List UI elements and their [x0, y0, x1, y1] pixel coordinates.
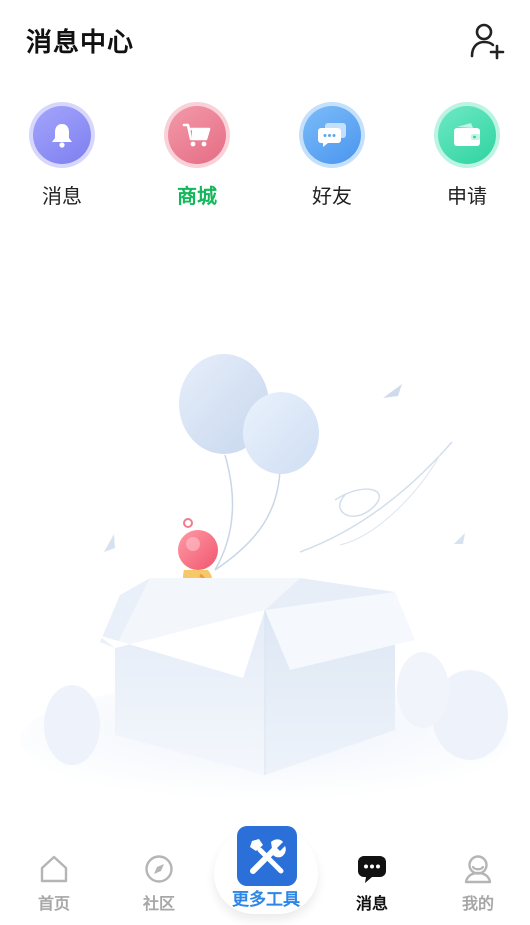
home-icon — [40, 855, 68, 883]
header: 消息中心 — [0, 0, 530, 84]
nav-messages[interactable]: 消息 — [332, 854, 412, 914]
quick-action-messages[interactable]: 消息 — [2, 100, 122, 210]
quick-action-requests[interactable]: 申请 — [407, 100, 527, 210]
more-tools-button[interactable]: 更多工具 — [214, 826, 318, 914]
quick-actions: 消息 商城 好友 申请 — [0, 100, 530, 220]
nav-mine[interactable]: 我的 — [438, 854, 518, 914]
compass-icon — [145, 855, 173, 883]
empty-state-illustration — [0, 330, 530, 800]
nav-home-label: 首页 — [37, 894, 70, 913]
nav-mine-label: 我的 — [461, 894, 494, 913]
nav-community-label: 社区 — [142, 894, 175, 913]
user-icon — [464, 855, 492, 884]
wallet-icon — [438, 106, 496, 164]
cart-icon — [168, 106, 226, 164]
quick-action-label: 商城 — [177, 184, 217, 208]
quick-action-mall[interactable]: 商城 — [137, 100, 257, 210]
add-friend-button[interactable] — [468, 20, 508, 60]
quick-action-label: 好友 — [312, 184, 352, 208]
page-title: 消息中心 — [26, 28, 135, 58]
nav-home[interactable]: 首页 — [14, 854, 94, 914]
quick-action-label: 申请 — [447, 184, 487, 208]
nav-messages-label: 消息 — [355, 894, 388, 913]
user-plus-icon — [470, 23, 505, 60]
bottom-nav: 首页 社区 更多工具 消息 我的 — [0, 826, 530, 925]
quick-action-label: 消息 — [42, 184, 82, 208]
message-bubble-icon — [358, 856, 386, 883]
chat-icon — [303, 106, 361, 164]
tools-icon — [237, 826, 297, 886]
bell-icon — [33, 106, 91, 164]
more-tools-label: 更多工具 — [232, 890, 300, 910]
message-center-page: 消息中心 消息 商城 好友 申请 首页 社区 更多工具 消息 我的 — [0, 0, 530, 925]
nav-community[interactable]: 社区 — [119, 854, 199, 914]
quick-action-friends[interactable]: 好友 — [272, 100, 392, 210]
